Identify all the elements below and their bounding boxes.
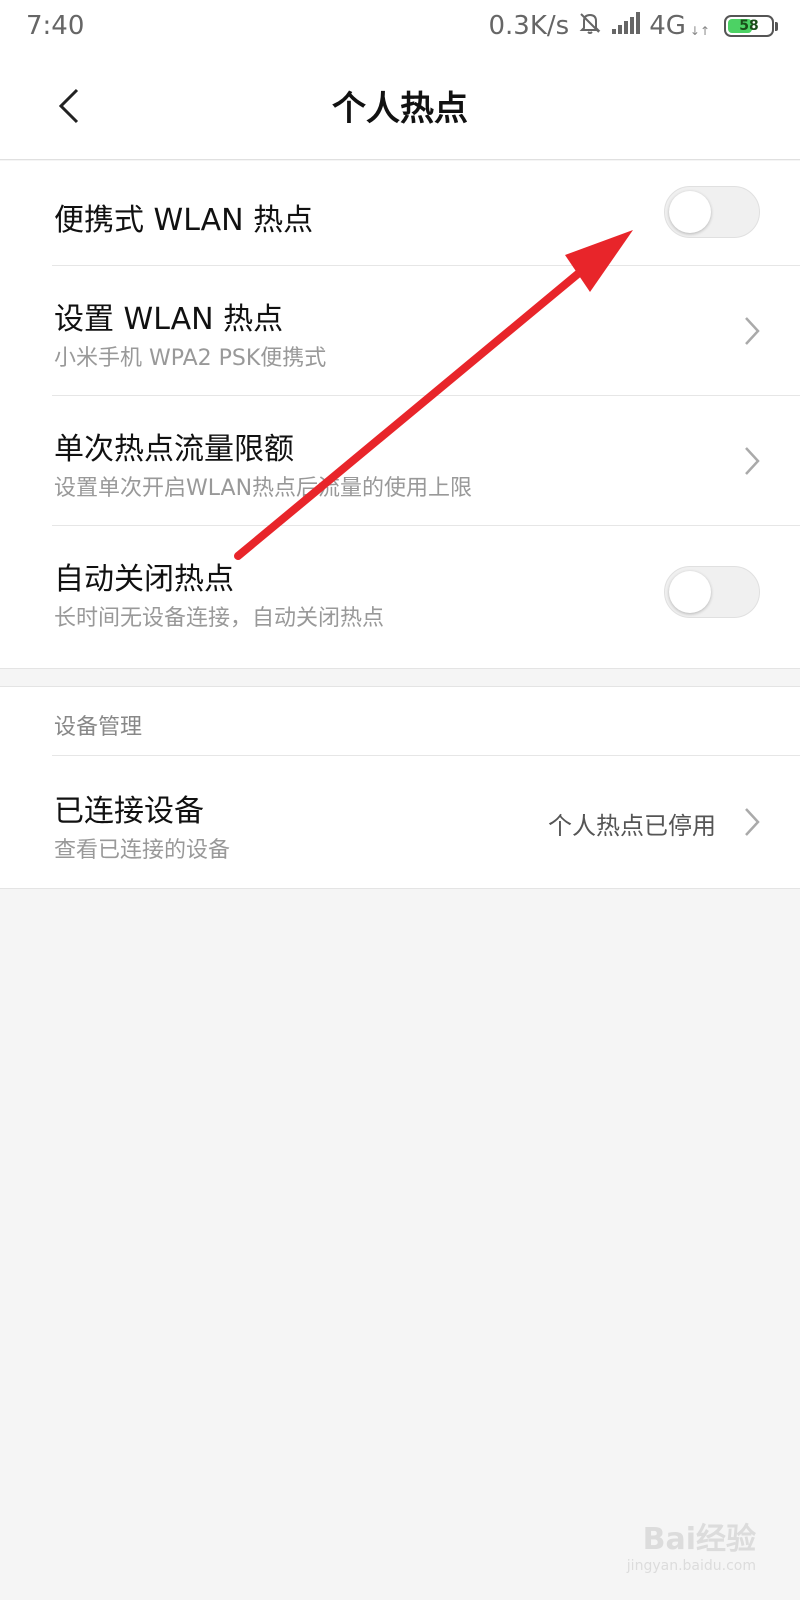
- watermark: Bai经验 jingyan.baidu.com: [627, 1514, 756, 1574]
- toggle-knob: [669, 571, 711, 613]
- chevron-left-icon: [58, 88, 79, 124]
- connected-devices-row[interactable]: 已连接设备 查看已连接的设备 个人热点已停用: [0, 756, 800, 888]
- portable-hotspot-title: 便携式 WLAN 热点: [54, 203, 314, 238]
- auto-close-row[interactable]: 自动关闭热点 长时间无设备连接，自动关闭热点: [0, 526, 800, 669]
- data-limit-title: 单次热点流量限额: [54, 432, 294, 467]
- status-right-group: 0.3K/s 4G ↓↑ 58: [488, 10, 778, 43]
- page-title: 个人热点: [332, 89, 468, 129]
- status-bar: 7:40 0.3K/s 4G ↓↑ 58: [0, 0, 800, 52]
- network-speed: 0.3K/s: [488, 11, 570, 41]
- connected-devices-subtitle: 查看已连接的设备: [54, 838, 231, 863]
- portable-hotspot-row[interactable]: 便携式 WLAN 热点: [0, 161, 800, 265]
- watermark-sub: jingyan.baidu.com: [626, 1558, 756, 1574]
- toggle-knob: [669, 191, 711, 233]
- status-time: 7:40: [26, 11, 85, 41]
- connected-devices-status: 个人热点已停用: [548, 812, 716, 840]
- back-button[interactable]: [44, 80, 96, 132]
- chevron-right-icon: [740, 443, 764, 479]
- hotspot-settings-screen: 7:40 0.3K/s 4G ↓↑ 58 个人热点 便携式 WLAN 热点 设置…: [0, 0, 800, 1600]
- hotspot-settings-group: 便携式 WLAN 热点 设置 WLAN 热点 小米手机 WPA2 PSK便携式 …: [0, 161, 800, 669]
- network-type: 4G: [649, 11, 686, 41]
- data-limit-subtitle: 设置单次开启WLAN热点后流量的使用上限: [54, 476, 473, 501]
- auto-close-subtitle: 长时间无设备连接，自动关闭热点: [54, 606, 385, 631]
- bell-off-icon: [577, 10, 603, 43]
- setup-hotspot-title: 设置 WLAN 热点: [54, 302, 284, 337]
- watermark-main: Bai经验: [642, 1522, 756, 1557]
- group-label-device-management: 设备管理: [54, 715, 143, 740]
- battery-level: 58: [739, 18, 759, 34]
- auto-close-toggle[interactable]: [664, 566, 760, 618]
- setup-hotspot-row[interactable]: 设置 WLAN 热点 小米手机 WPA2 PSK便携式: [0, 266, 800, 396]
- battery-icon: 58: [724, 15, 778, 37]
- chevron-right-icon: [740, 804, 764, 840]
- connected-devices-title: 已连接设备: [54, 794, 204, 829]
- data-limit-row[interactable]: 单次热点流量限额 设置单次开启WLAN热点后流量的使用上限: [0, 396, 800, 526]
- portable-hotspot-toggle[interactable]: [664, 186, 760, 238]
- signal-icon: [611, 11, 641, 42]
- setup-hotspot-subtitle: 小米手机 WPA2 PSK便携式: [54, 346, 327, 371]
- auto-close-title: 自动关闭热点: [54, 562, 234, 597]
- device-management-group: 设备管理 已连接设备 查看已连接的设备 个人热点已停用: [0, 686, 800, 889]
- chevron-right-icon: [740, 313, 764, 349]
- top-app-bar: 个人热点: [0, 52, 800, 160]
- network-activity: ↓↑: [689, 24, 710, 38]
